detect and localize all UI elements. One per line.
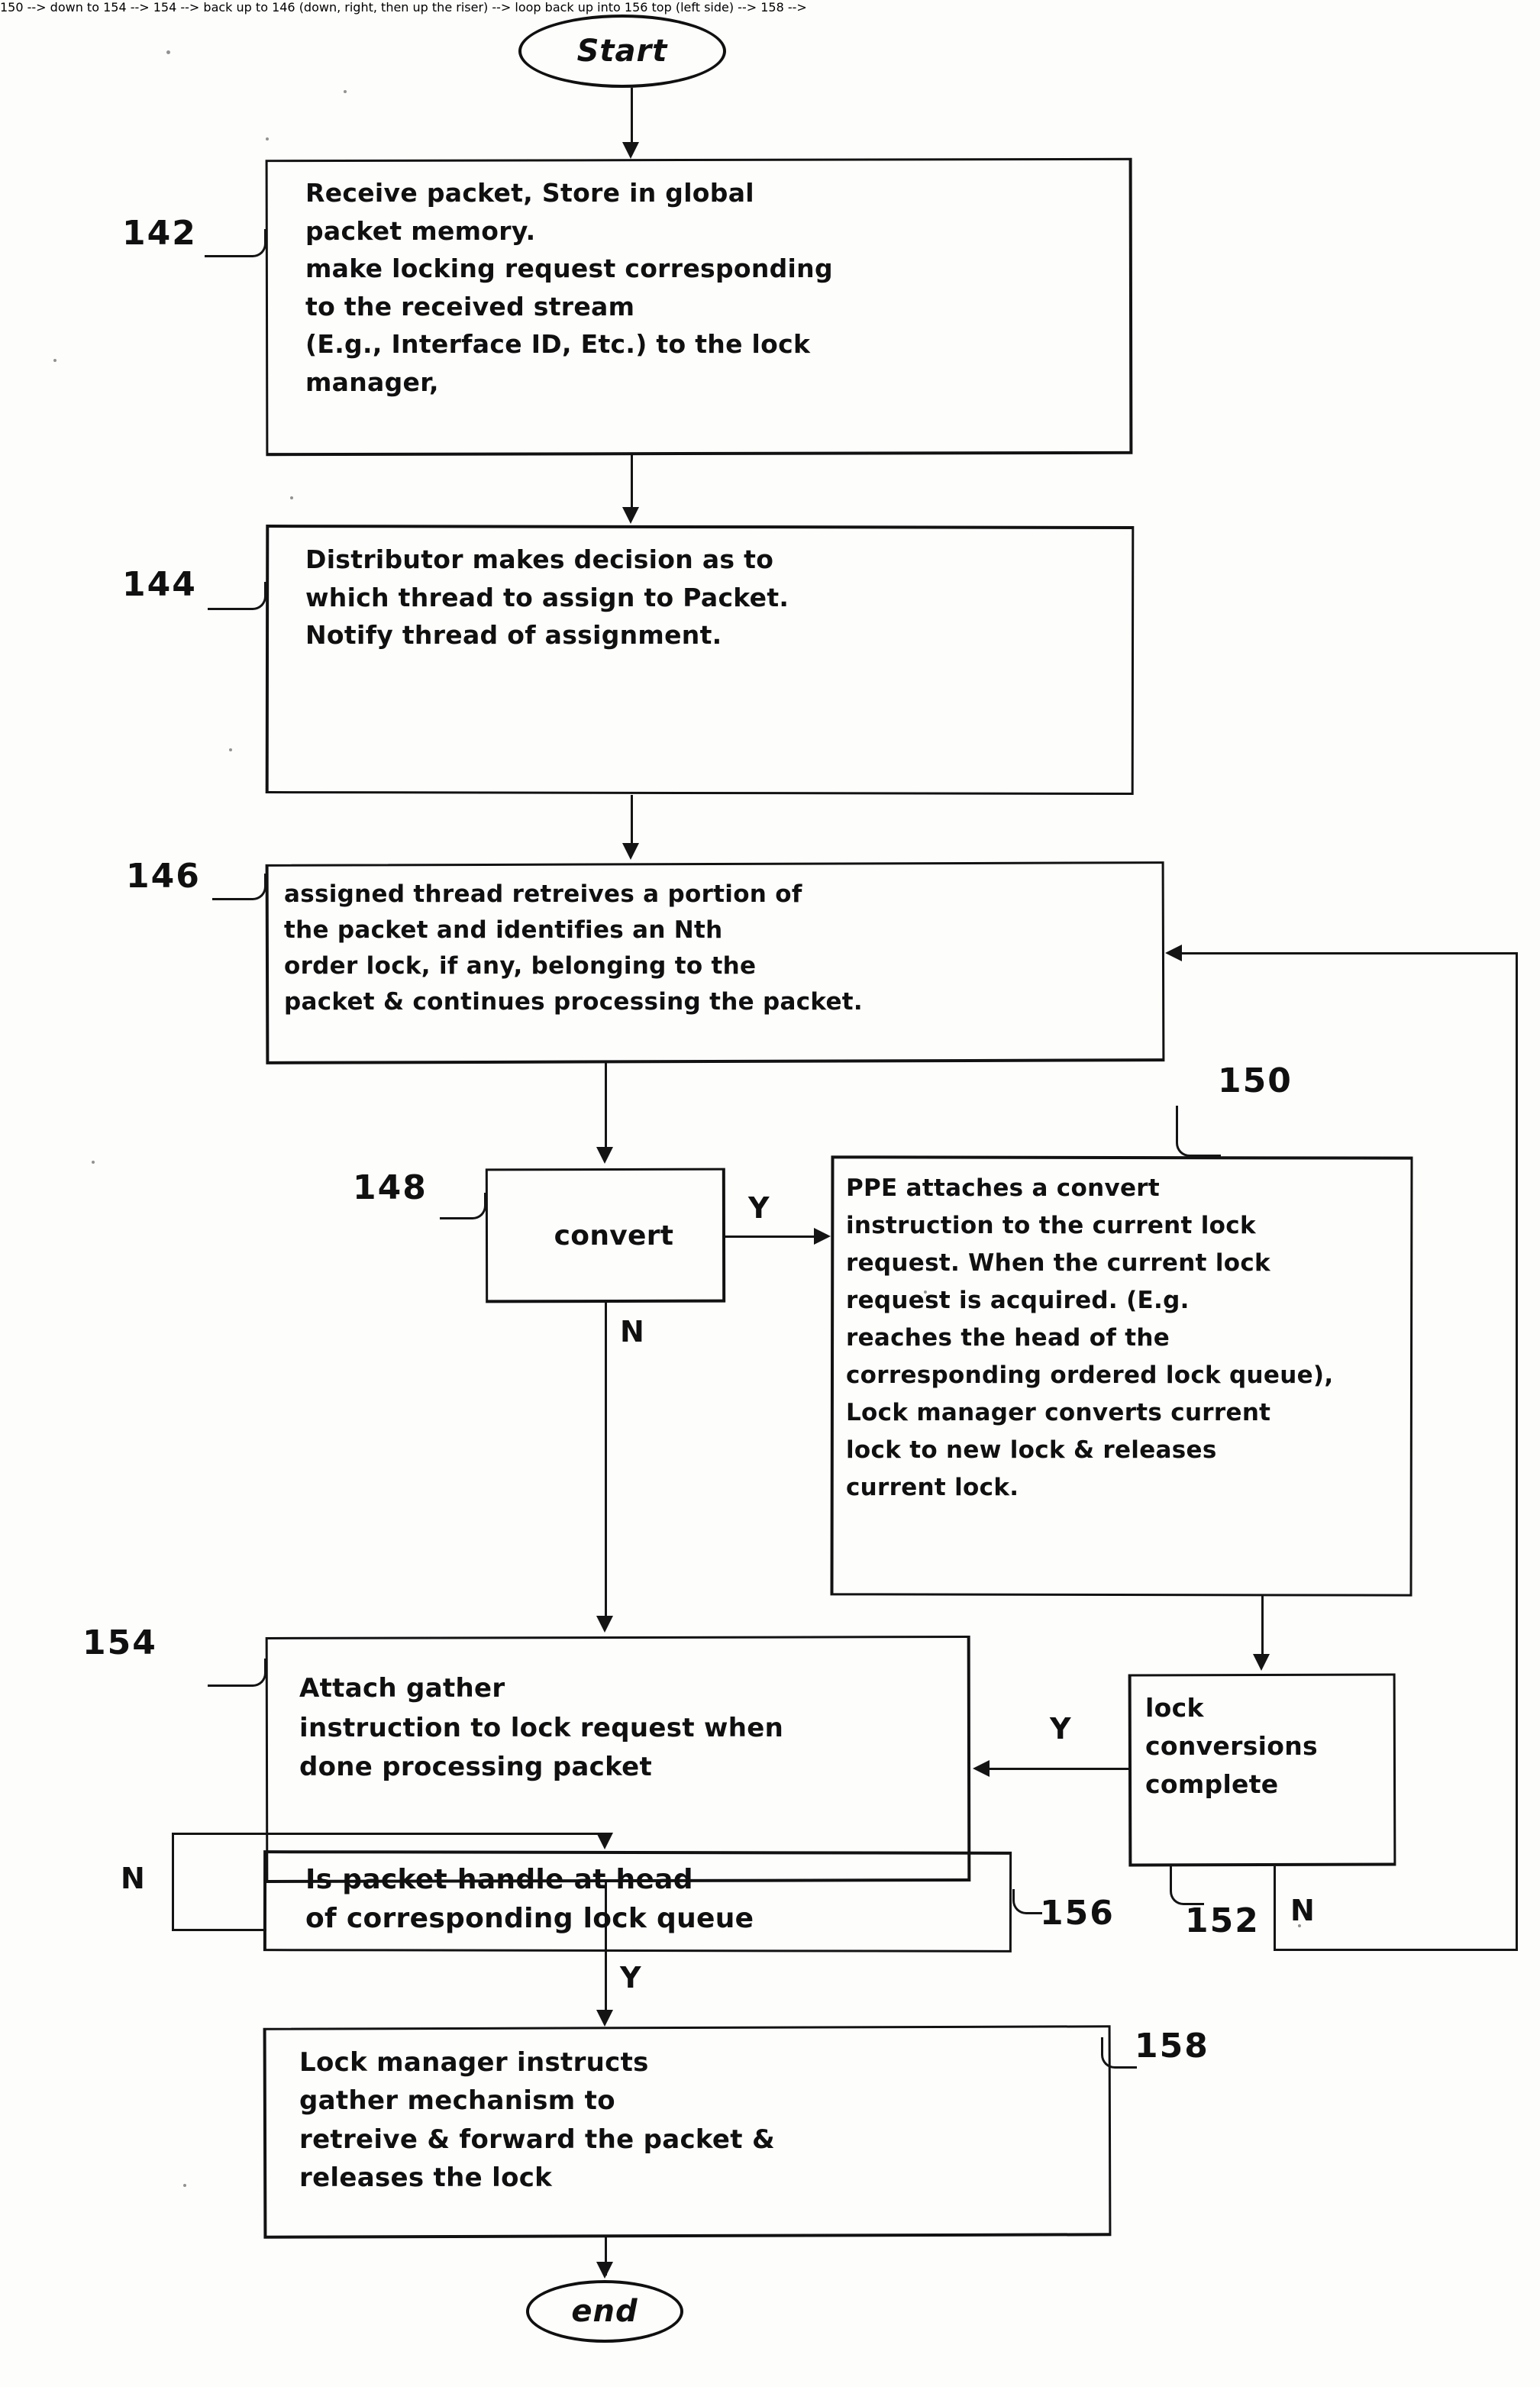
ref-leader-158 (1101, 2037, 1137, 2069)
connector-148-no-to-154 (605, 1303, 607, 1617)
ref-label-156: 156 (1040, 1894, 1115, 1933)
flowchart-canvas: Start Receive packet, Store in global pa… (0, 0, 1540, 2387)
arrowhead-144-to-146 (622, 843, 639, 860)
branch-label-head-no: N (121, 1862, 145, 1895)
connector-152-no-right (1274, 1949, 1518, 1951)
connector-feedback-riser (1516, 952, 1518, 1949)
node-146-text: assigned thread retreives a portion of t… (284, 880, 863, 1016)
scan-speck (166, 50, 170, 54)
arrowhead-148-no-to-154 (596, 1616, 613, 1633)
node-150-text: PPE attaches a convert instruction to th… (846, 1174, 1334, 1501)
end-node: end (526, 2280, 683, 2343)
arrowhead-150-to-152 (1253, 1654, 1270, 1671)
branch-label-head-yes: Y (620, 1961, 641, 1995)
arrowhead-feedback-into-146 (1165, 945, 1182, 961)
scan-speck (266, 137, 269, 141)
scan-speck (53, 359, 56, 362)
ref-label-154: 154 (82, 1623, 157, 1662)
ref-leader-156 (1012, 1889, 1042, 1914)
arrowhead-142-to-144 (622, 507, 639, 524)
ref-label-146: 146 (126, 857, 201, 896)
ref-leader-154 (208, 1659, 266, 1687)
ref-leader-146 (212, 874, 266, 900)
ref-label-148: 148 (353, 1168, 428, 1207)
arrowhead-154-to-156 (596, 1833, 613, 1849)
connector-144-to-146 (631, 795, 633, 845)
connector-156-no-riser (172, 1833, 174, 1930)
ref-leader-152 (1170, 1866, 1204, 1905)
branch-label-conversions-no: N (1290, 1894, 1315, 1927)
connector-156-no-left (172, 1929, 266, 1931)
branch-label-convert-yes: Y (748, 1191, 770, 1225)
ref-leader-142 (205, 229, 266, 257)
arrowhead-start-to-142 (622, 142, 639, 159)
scan-speck (92, 1161, 95, 1164)
ref-leader-150 (1176, 1106, 1221, 1157)
ref-label-142: 142 (122, 214, 197, 253)
connector-152-no-down (1274, 1866, 1276, 1950)
ref-leader-144 (208, 582, 266, 610)
node-152-text: lock conversions complete (1145, 1693, 1318, 1800)
ref-leader-148 (440, 1193, 486, 1219)
ref-label-152: 152 (1185, 1901, 1260, 1940)
connector-start-to-142 (631, 88, 633, 143)
ref-label-158: 158 (1135, 2027, 1209, 2066)
arrowhead-148-yes-to-150 (814, 1228, 831, 1245)
scan-speck (229, 748, 232, 751)
connector-152-yes-to-154 (990, 1768, 1130, 1770)
start-label: Start (576, 34, 668, 69)
node-156-text: Is packet handle at head of correspondin… (305, 1864, 754, 1935)
ref-label-144: 144 (122, 565, 197, 604)
node-148-text: convert (554, 1220, 674, 1252)
scan-speck (183, 2184, 186, 2187)
connector-142-to-144 (631, 455, 633, 509)
arrowhead-152-yes-to-154 (973, 1760, 990, 1777)
scan-speck (290, 496, 293, 499)
node-142-text: Receive packet, Store in global packet m… (305, 178, 833, 397)
node-158-text: Lock manager instructs gather mechanism … (299, 2047, 775, 2193)
node-154-text: Attach gather instruction to lock reques… (299, 1673, 784, 1783)
arrowhead-146-to-148 (596, 1147, 613, 1164)
node-144-text: Distributor makes decision as to which t… (305, 544, 789, 650)
scan-speck (344, 90, 347, 93)
arrowhead-156-yes-to-158 (596, 2010, 613, 2027)
connector-156-no-top (172, 1833, 604, 1835)
end-label: end (571, 2294, 638, 2329)
ref-label-150: 150 (1218, 1061, 1293, 1100)
start-node: Start (518, 15, 726, 88)
branch-label-convert-no: N (620, 1315, 644, 1349)
arrowhead-158-to-end (596, 2262, 613, 2279)
connector-feedback-to-146 (1182, 952, 1516, 954)
connector-148-yes-to-150 (725, 1235, 815, 1238)
branch-label-conversions-yes: Y (1050, 1712, 1071, 1746)
connector-156-yes-to-158 (605, 1952, 607, 2011)
connector-150-to-152 (1261, 1596, 1264, 1655)
connector-146-to-148 (605, 1063, 607, 1148)
